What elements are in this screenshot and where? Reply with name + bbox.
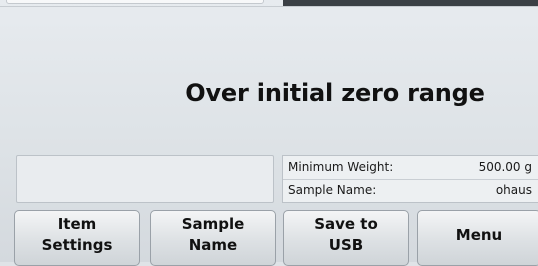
sample-info-panel: Minimum Weight: 500.00 g Sample Name: oh… <box>282 155 538 203</box>
top-tab[interactable] <box>6 0 264 4</box>
info-divider <box>283 179 538 180</box>
minimum-weight-label: Minimum Weight: <box>288 160 394 174</box>
minimum-weight-value: 500.00 g <box>478 160 532 174</box>
sample-name-button[interactable]: Sample Name <box>150 210 276 266</box>
item-settings-button[interactable]: Item Settings <box>14 210 140 266</box>
minimum-weight-row: Minimum Weight: 500.00 g <box>288 160 532 178</box>
sample-name-value: ohaus <box>495 183 532 197</box>
sample-name-row: Sample Name: ohaus <box>288 183 532 201</box>
menu-button[interactable]: Menu <box>417 210 538 266</box>
sample-name-label: Sample Name: <box>288 183 377 197</box>
error-message: Over initial zero range <box>185 79 485 107</box>
balance-screen: Over initial zero range Minimum Weight: … <box>0 0 538 266</box>
left-info-panel <box>16 155 274 203</box>
save-to-usb-button[interactable]: Save to USB <box>283 210 409 266</box>
divider <box>0 6 538 7</box>
